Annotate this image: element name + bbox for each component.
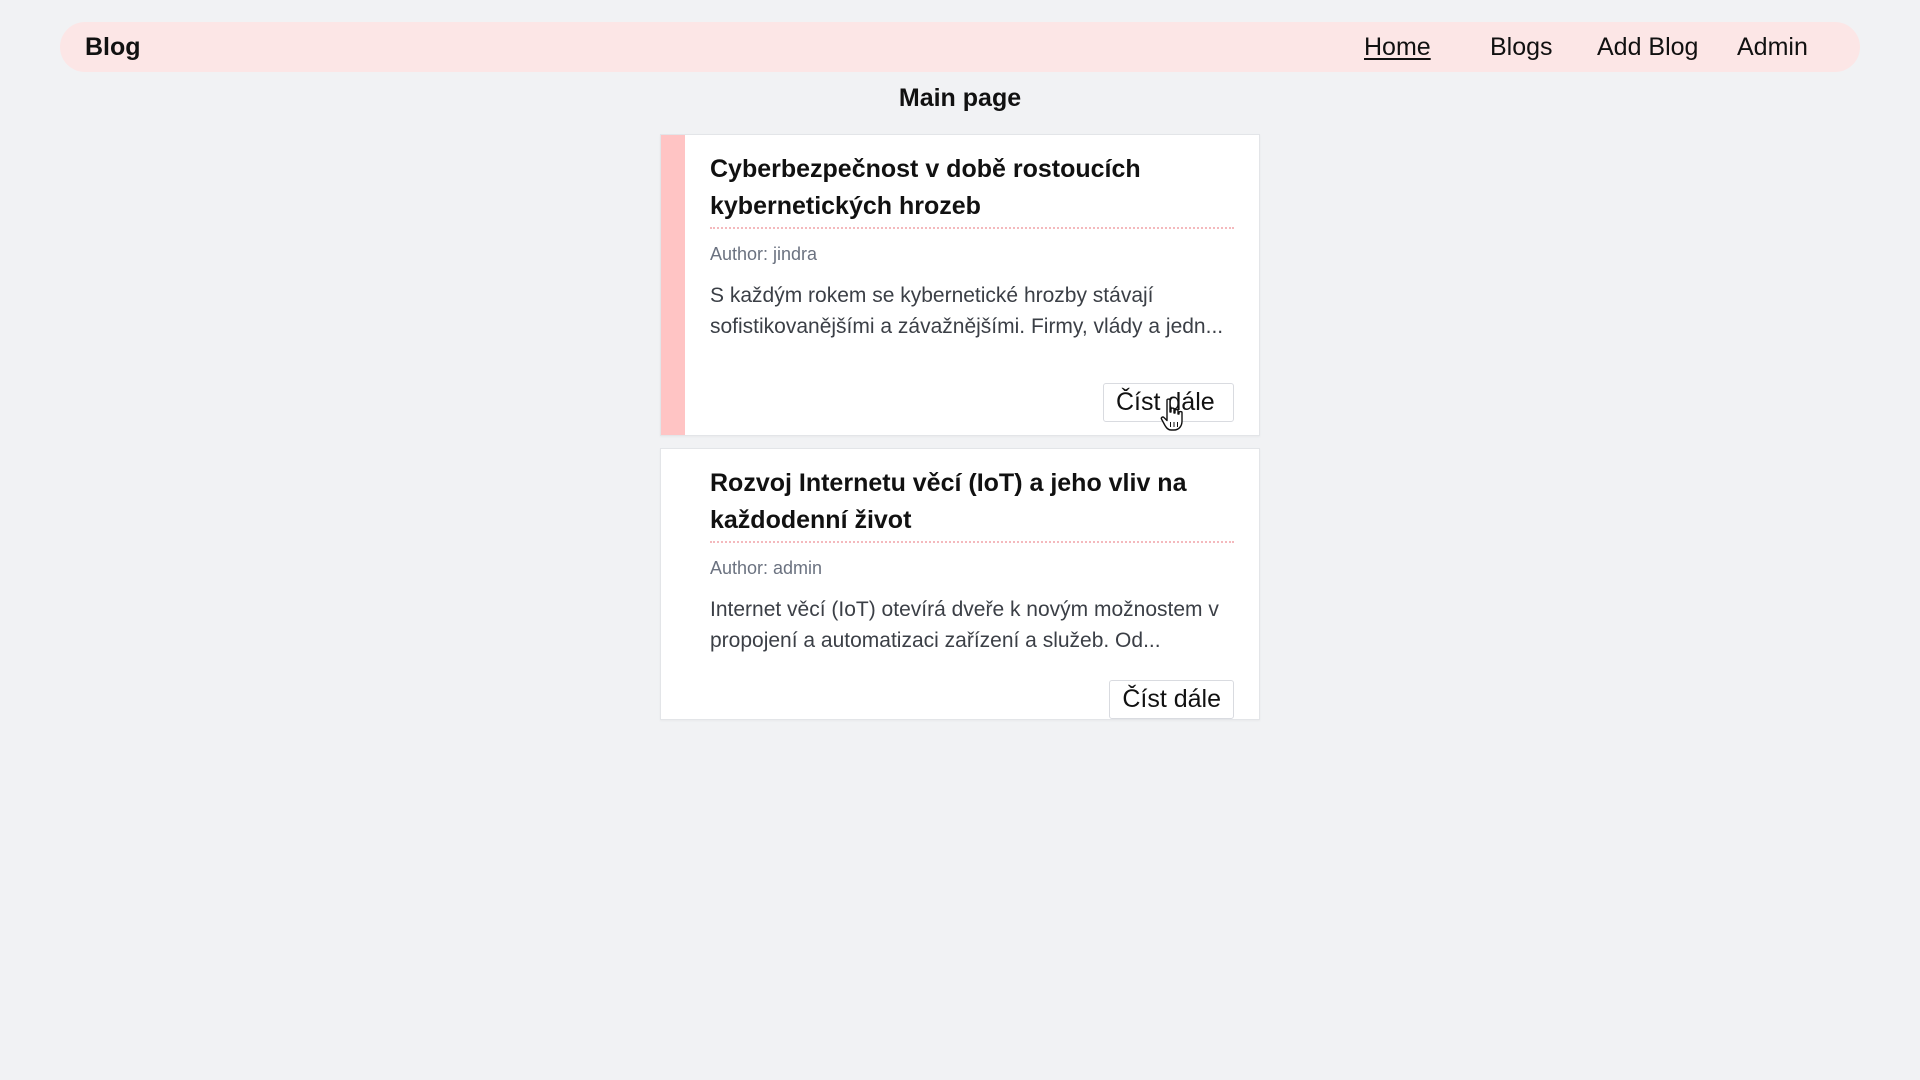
nav-link-home[interactable]: Home xyxy=(1364,22,1431,72)
blog-card-title: Cyberbezpečnost v době rostoucích kybern… xyxy=(710,151,1234,229)
read-more-button[interactable]: Číst dále xyxy=(1109,680,1234,719)
blog-card: Cyberbezpečnost v době rostoucích kybern… xyxy=(660,134,1260,436)
card-accent-bar xyxy=(661,135,685,435)
read-more-button[interactable]: Číst dále xyxy=(1103,383,1234,422)
blog-card-excerpt: S každým rokem se kybernetické hrozby st… xyxy=(710,284,1224,338)
blog-card-excerpt: Internet věcí (IoT) otevírá dveře k nový… xyxy=(710,598,1219,652)
card-body: Rozvoj Internetu věcí (IoT) a jeho vliv … xyxy=(710,449,1234,656)
blog-card: Rozvoj Internetu věcí (IoT) a jeho vliv … xyxy=(660,448,1260,720)
brand-logo[interactable]: Blog xyxy=(85,22,141,72)
top-navbar: Blog Home Blogs Add Blog Admin xyxy=(60,22,1860,72)
nav-link-add-blog[interactable]: Add Blog xyxy=(1597,22,1698,72)
card-body: Cyberbezpečnost v době rostoucích kybern… xyxy=(710,135,1234,342)
blog-card-title: Rozvoj Internetu věcí (IoT) a jeho vliv … xyxy=(710,465,1234,543)
page-title: Main page xyxy=(898,84,1022,112)
blog-card-author: Author: jindra xyxy=(710,244,818,264)
blog-card-author: Author: admin xyxy=(710,558,823,578)
nav-link-blogs[interactable]: Blogs xyxy=(1490,22,1553,72)
nav-link-admin[interactable]: Admin xyxy=(1737,22,1808,72)
